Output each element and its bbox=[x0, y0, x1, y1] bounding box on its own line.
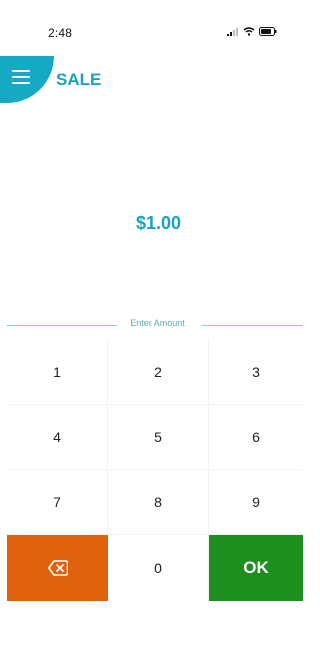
battery-icon bbox=[259, 27, 277, 36]
ok-button[interactable]: OK bbox=[209, 535, 303, 601]
key-5[interactable]: 5 bbox=[108, 405, 209, 470]
keypad: 1 2 3 4 5 6 7 8 9 0 OK bbox=[7, 340, 303, 601]
menu-button[interactable] bbox=[0, 56, 54, 103]
key-2[interactable]: 2 bbox=[108, 340, 209, 405]
key-1[interactable]: 1 bbox=[7, 340, 108, 405]
status-bar: 2:48 bbox=[0, 0, 303, 58]
key-0[interactable]: 0 bbox=[108, 535, 209, 601]
key-8[interactable]: 8 bbox=[108, 470, 209, 535]
status-icons bbox=[227, 27, 277, 36]
page-title: SALE bbox=[56, 70, 102, 89]
key-3[interactable]: 3 bbox=[209, 340, 303, 405]
key-7[interactable]: 7 bbox=[7, 470, 108, 535]
backspace-icon bbox=[47, 560, 68, 576]
wifi-icon bbox=[243, 27, 255, 36]
backspace-button[interactable] bbox=[7, 535, 108, 601]
key-4[interactable]: 4 bbox=[7, 405, 108, 470]
hamburger-menu-icon bbox=[12, 70, 30, 84]
status-time: 2:48 bbox=[48, 26, 73, 40]
amount-display: $1.00 bbox=[135, 213, 182, 233]
signal-icon bbox=[227, 27, 238, 36]
key-6[interactable]: 6 bbox=[209, 405, 303, 470]
enter-amount-label: Enter Amount bbox=[130, 318, 185, 328]
amount-divider: Enter Amount bbox=[0, 318, 303, 332]
key-9[interactable]: 9 bbox=[209, 470, 303, 535]
